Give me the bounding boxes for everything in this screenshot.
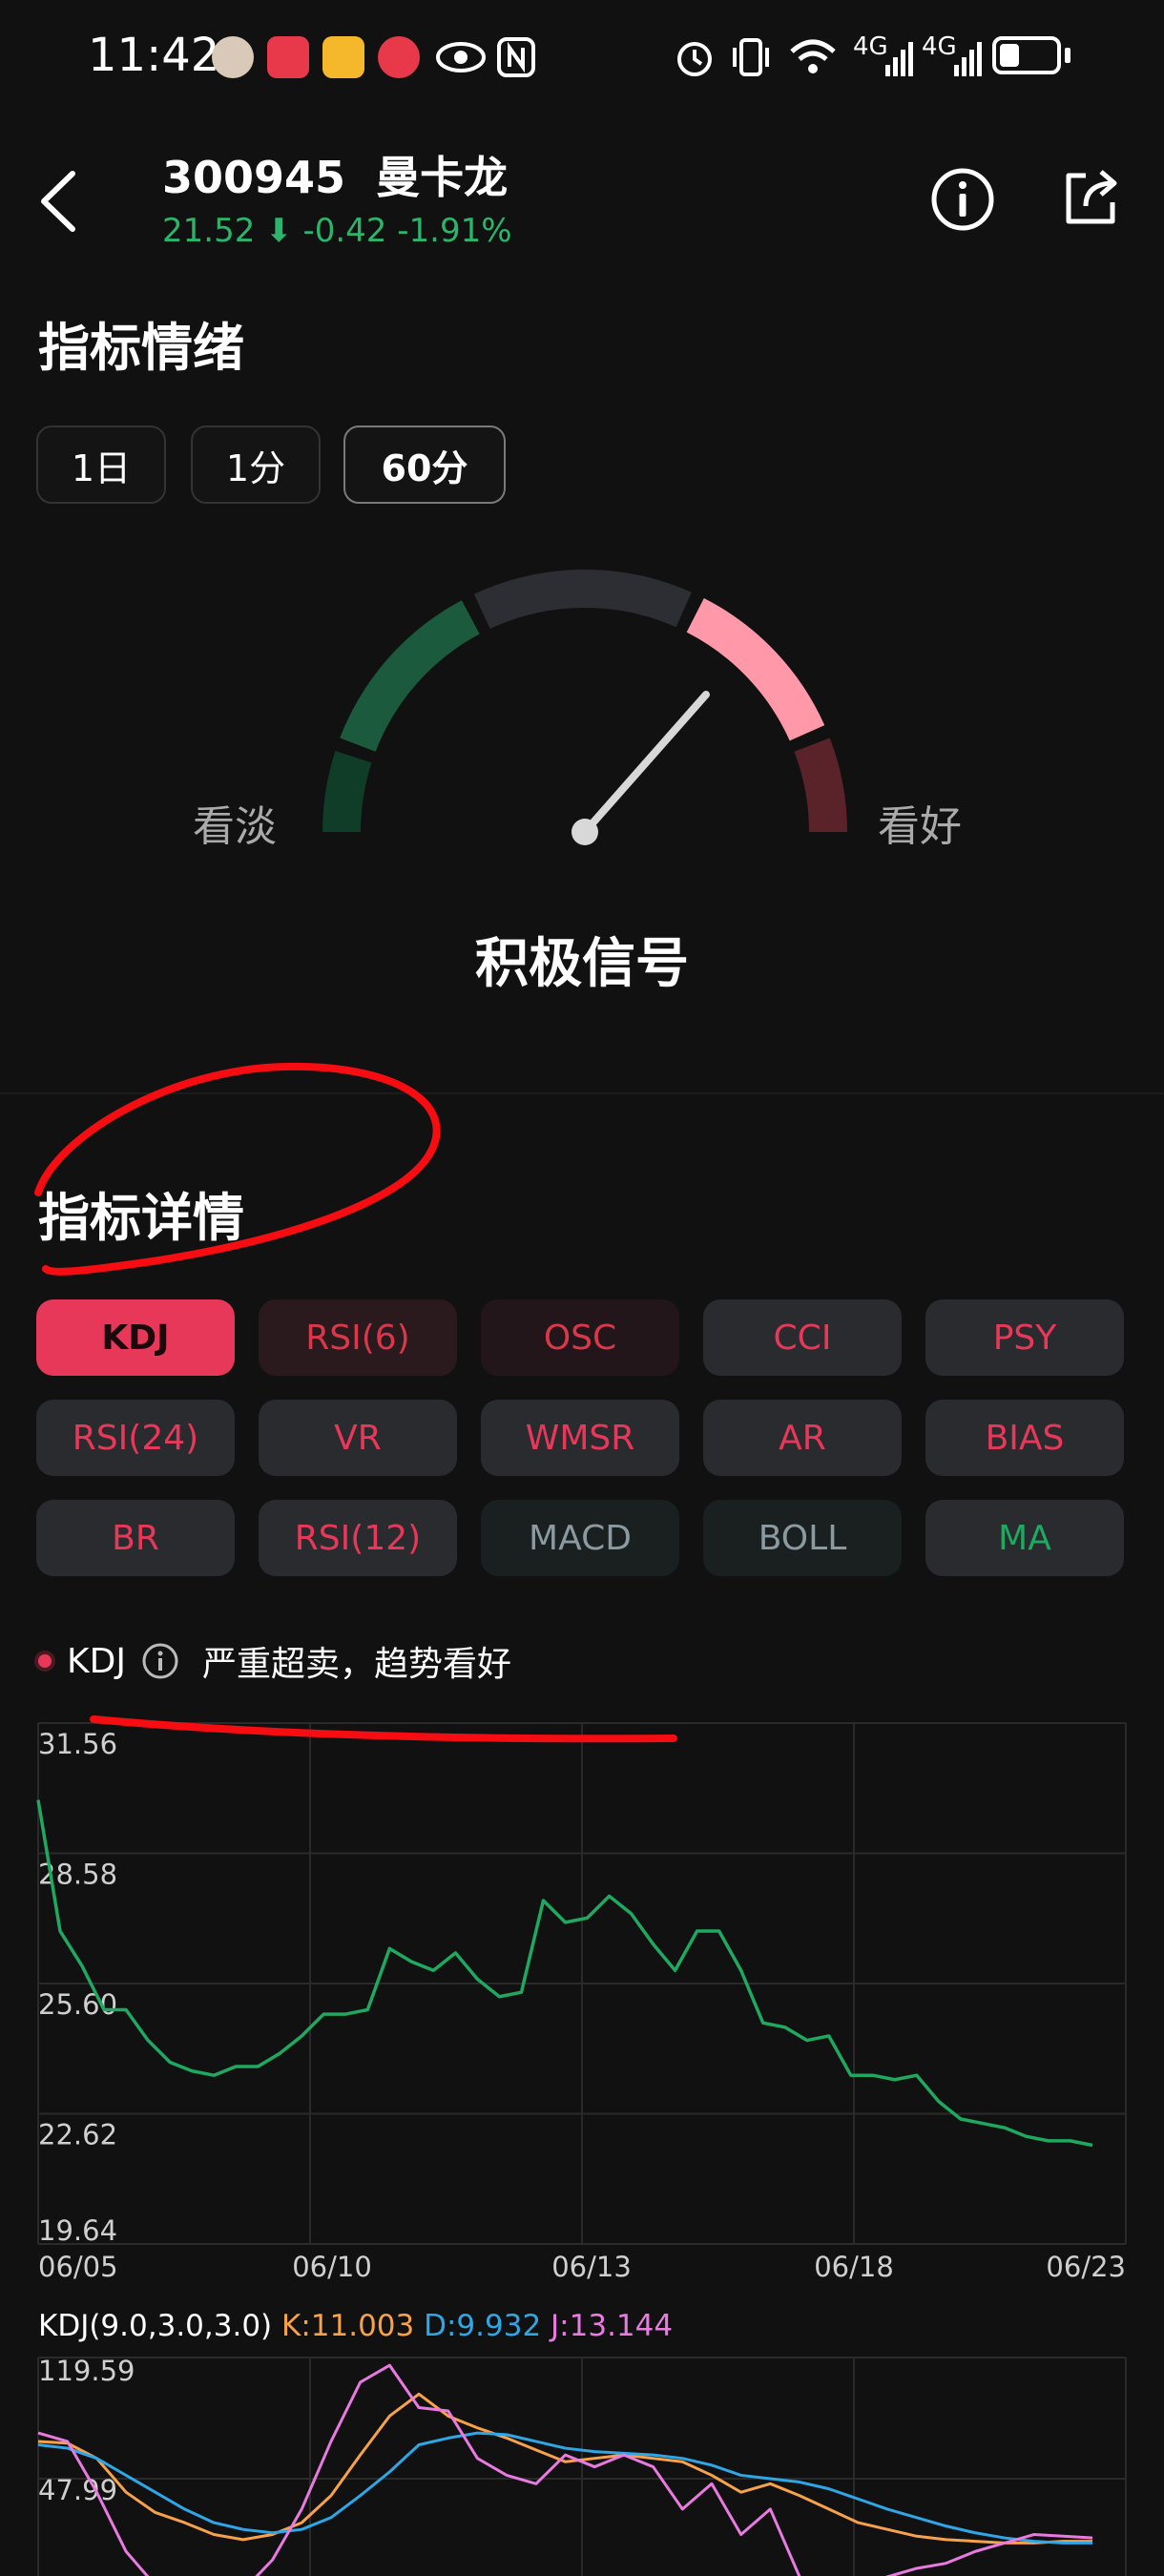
indicator-chip-vr[interactable]: VR bbox=[259, 1400, 457, 1476]
x-tick-label: 06/05 bbox=[38, 2251, 118, 2280]
signal-icon bbox=[954, 42, 982, 76]
red-underline bbox=[90, 1715, 677, 1743]
battery-tip bbox=[1065, 48, 1070, 63]
indicator-chip-macd[interactable]: MACD bbox=[481, 1500, 679, 1576]
red-scribble-circle bbox=[34, 1062, 441, 1276]
selected-indicator-row: KDJ 严重超卖，趋势看好 bbox=[38, 1636, 511, 1686]
tab-1min[interactable]: 1分 bbox=[191, 426, 321, 504]
mail-app-icon bbox=[322, 36, 364, 78]
gauge-segment-bearish bbox=[340, 600, 480, 753]
gauge-segment-bullish-strong bbox=[794, 737, 847, 833]
indicator-grid: KDJ RSI(6) OSC CCI PSY RSI(24) VR WMSR AR BIAS BR R… bbox=[36, 1299, 1133, 1576]
y-tick-label: 25.60 bbox=[38, 1988, 117, 2021]
gauge-pivot bbox=[572, 819, 598, 845]
stock-quote: 21.52 ⬇ -0.42 -1.91% bbox=[162, 212, 512, 250]
indicator-chip-ar[interactable]: AR bbox=[703, 1400, 902, 1476]
indicator-chip-br[interactable]: BR bbox=[36, 1500, 235, 1576]
indicator-chip-ma[interactable]: MA bbox=[925, 1500, 1124, 1576]
stock-code: 300945 bbox=[162, 152, 346, 203]
x-tick-label: 06/18 bbox=[814, 2251, 894, 2280]
y-tick-label: 47.99 bbox=[38, 2474, 117, 2506]
stock-change-pct: -1.91% bbox=[397, 212, 512, 250]
kdj-d-value: D:9.932 bbox=[424, 2309, 542, 2343]
indicator-chip-psy[interactable]: PSY bbox=[925, 1299, 1124, 1376]
y-tick-label: 19.64 bbox=[38, 2214, 117, 2247]
kdj-line-chart: 119.5947.99-23.61 bbox=[37, 2355, 1127, 2576]
indicator-chip-osc[interactable]: OSC bbox=[481, 1299, 679, 1376]
stock-price: 21.52 bbox=[162, 212, 256, 250]
gauge-left-label: 看淡 bbox=[193, 802, 277, 851]
wifi-icon bbox=[790, 39, 836, 73]
gauge-right-label: 看好 bbox=[878, 802, 962, 851]
stock-title: 300945 曼卡龙 bbox=[162, 143, 508, 206]
stock-name: 曼卡龙 bbox=[376, 152, 509, 203]
gauge-needle bbox=[581, 691, 710, 836]
share-icon[interactable] bbox=[1057, 164, 1124, 231]
indicator-dot-icon bbox=[38, 1654, 52, 1668]
battery-icon bbox=[992, 36, 1061, 74]
gauge-segment-bearish-strong bbox=[322, 751, 372, 833]
status-time: 11:42 bbox=[88, 29, 220, 82]
selected-indicator-desc: 严重超卖，趋势看好 bbox=[201, 1645, 511, 1684]
alarm-icon bbox=[677, 42, 712, 76]
kdj-params: KDJ(9.0,3.0,3.0) bbox=[38, 2309, 273, 2343]
tab-1day[interactable]: 1日 bbox=[36, 426, 166, 504]
indicator-chip-kdj[interactable]: KDJ bbox=[36, 1299, 235, 1376]
indicator-chip-rsi24[interactable]: RSI(24) bbox=[36, 1400, 235, 1476]
indicator-chip-bias[interactable]: BIAS bbox=[925, 1400, 1124, 1476]
kdj-j-line bbox=[37, 2363, 1093, 2576]
indicator-chip-rsi6[interactable]: RSI(6) bbox=[259, 1299, 457, 1376]
nfc-icon bbox=[497, 37, 535, 77]
x-tick-label: 06/13 bbox=[551, 2251, 632, 2280]
kdj-k-line bbox=[37, 2392, 1092, 2545]
network-type-2: 4G bbox=[922, 32, 957, 61]
x-tick-label: 06/10 bbox=[292, 2251, 372, 2280]
selected-indicator-name: KDJ bbox=[67, 1641, 126, 1681]
kdj-legend: KDJ(9.0,3.0,3.0) K:11.003 D:9.932 J:13.1… bbox=[38, 2309, 673, 2343]
back-icon[interactable] bbox=[36, 168, 82, 235]
clock-app-icon bbox=[378, 36, 420, 78]
kdj-j-value: J:13.144 bbox=[551, 2309, 674, 2343]
x-tick-label: 06/23 bbox=[1046, 2251, 1126, 2280]
avatar-icon bbox=[212, 36, 254, 78]
signal-icon bbox=[885, 42, 913, 76]
gauge-segment-bullish bbox=[686, 597, 825, 741]
indicator-chip-rsi12[interactable]: RSI(12) bbox=[259, 1500, 457, 1576]
kdj-k-value: K:11.003 bbox=[281, 2309, 415, 2343]
sentiment-gauge bbox=[322, 570, 847, 845]
network-type-1: 4G bbox=[853, 32, 888, 61]
price-series-line bbox=[36, 1799, 1093, 2148]
red-app-icon bbox=[267, 36, 309, 78]
sentiment-title: 指标情绪 bbox=[38, 318, 244, 378]
y-tick-label: 119.59 bbox=[38, 2355, 135, 2387]
stock-change: -0.42 bbox=[302, 212, 387, 250]
info-icon[interactable] bbox=[139, 1640, 181, 1682]
eye-icon bbox=[436, 42, 486, 73]
indicator-chip-boll[interactable]: BOLL bbox=[703, 1500, 902, 1576]
price-line-chart: 31.5628.5825.6022.6219.6406/05 06/10 06/13… bbox=[36, 1722, 1127, 2280]
gauge-segment-neutral bbox=[473, 570, 692, 630]
signal-text: 积极信号 bbox=[475, 933, 689, 995]
indicator-chip-wmsr[interactable]: WMSR bbox=[481, 1400, 679, 1476]
vibrate-icon bbox=[733, 38, 769, 76]
indicator-chip-cci[interactable]: CCI bbox=[703, 1299, 902, 1376]
down-arrow-icon: ⬇ bbox=[255, 212, 303, 250]
y-tick-label: 22.62 bbox=[38, 2119, 117, 2151]
info-icon[interactable] bbox=[929, 166, 996, 233]
tab-60min[interactable]: 60分 bbox=[343, 426, 506, 504]
